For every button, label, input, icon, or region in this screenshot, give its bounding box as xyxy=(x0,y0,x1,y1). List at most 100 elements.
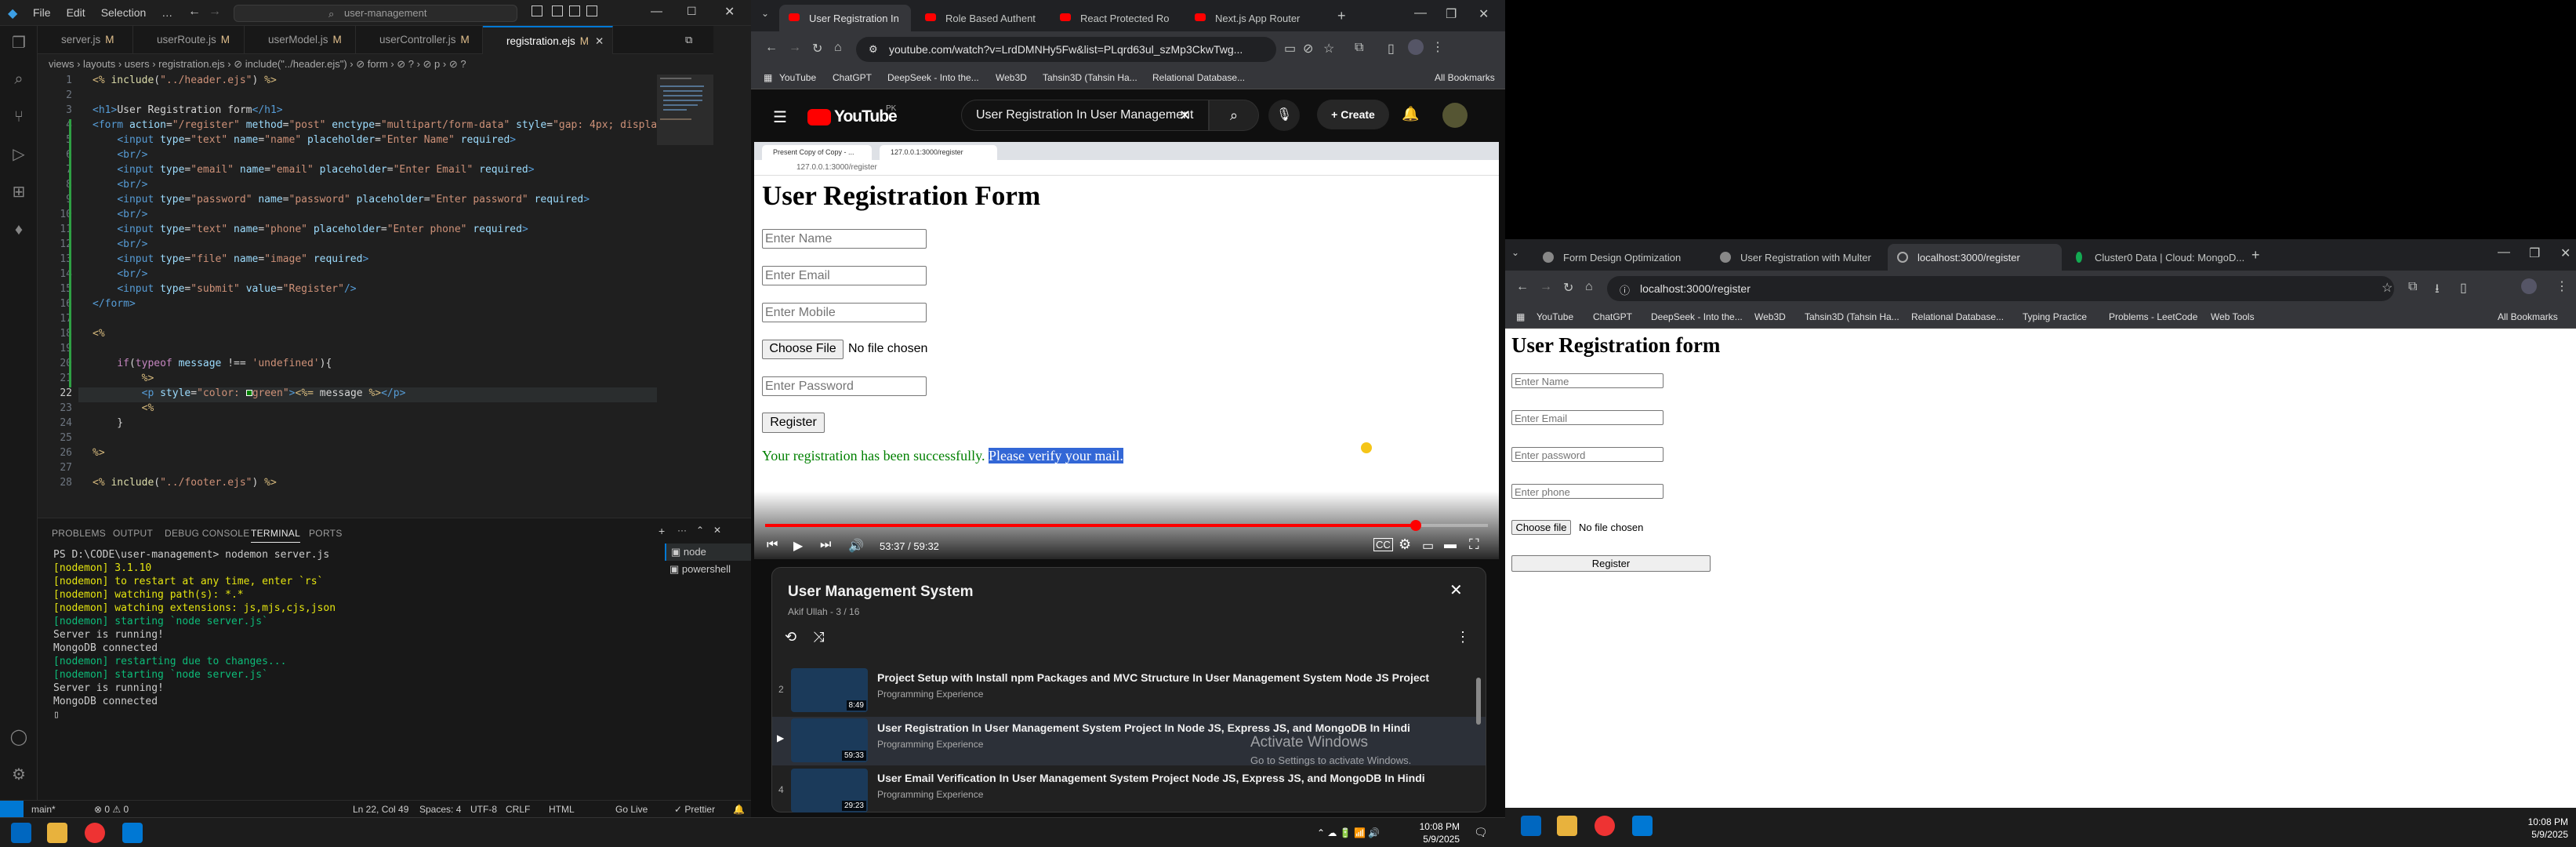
settings-gear-icon[interactable]: ⚙ xyxy=(1399,536,1411,553)
bookmark-chatgpt[interactable]: ChatGPT xyxy=(1593,311,1632,322)
encoding[interactable]: UTF-8 xyxy=(470,804,497,815)
video-progress-track[interactable] xyxy=(765,520,1488,531)
minimap[interactable] xyxy=(657,75,713,518)
customize-layout-icon[interactable] xyxy=(586,5,597,16)
notifications-bell-icon[interactable]: 🔔 xyxy=(1402,106,1419,122)
menu-kebab-icon[interactable]: ⋮ xyxy=(2556,278,2568,294)
mongodb-icon[interactable]: ♦ xyxy=(9,220,28,239)
bookmark-all[interactable]: All Bookmarks xyxy=(2498,311,2558,322)
start-icon[interactable] xyxy=(11,823,31,843)
file-explorer-icon[interactable] xyxy=(1557,816,1577,836)
command-center-search[interactable]: ⌕ user-management xyxy=(234,5,517,22)
extensions-icon[interactable]: ⧉ xyxy=(2408,280,2417,294)
shuffle-icon[interactable]: ⤨ xyxy=(813,629,824,645)
bookmark-web3d[interactable]: Web3D xyxy=(1754,311,1786,322)
back-icon[interactable]: ← xyxy=(1516,280,1529,294)
menu-selection[interactable]: Selection xyxy=(101,6,147,19)
password-input[interactable]: Enter password xyxy=(1511,447,1664,462)
bookmark-web3d[interactable]: Web3D xyxy=(996,72,1027,83)
split-editor-icon[interactable]: ⧉ xyxy=(685,34,692,46)
playlist-item[interactable]: 2 8:49 Project Setup with Install npm Pa… xyxy=(772,667,1486,715)
git-branch[interactable]: main* xyxy=(31,804,56,815)
new-tab-icon[interactable]: + xyxy=(1337,8,1346,24)
notifications-bell-icon[interactable]: 🔔 xyxy=(733,804,745,815)
problems-count[interactable]: ⊗ 0 ⚠ 0 xyxy=(94,804,129,815)
miniplayer-icon[interactable]: ▭ xyxy=(1422,538,1434,554)
email-input[interactable]: Enter Email xyxy=(1511,410,1664,425)
create-button[interactable]: + Create xyxy=(1317,100,1389,129)
clear-search-icon[interactable]: ✕ xyxy=(1179,107,1191,124)
tab-problems[interactable]: PROBLEMS xyxy=(52,528,106,539)
sidebar-icon[interactable]: ▯ xyxy=(2460,280,2467,296)
settings-gear-icon[interactable]: ⚙ xyxy=(9,765,28,784)
maximize-panel-icon[interactable]: ⌃ xyxy=(696,525,704,536)
vscode-icon[interactable] xyxy=(1632,816,1653,836)
download-icon[interactable]: ⭳ xyxy=(2435,280,2440,301)
yt-tab-nextjs[interactable]: Next.js App Router xyxy=(1185,5,1320,31)
register-button[interactable]: Register xyxy=(1511,555,1711,572)
yt-address-bar[interactable]: ⚙ youtube.com/watch?v=LrdDMNHy5Fw&list=PL… xyxy=(856,37,1276,62)
vscode-icon[interactable] xyxy=(122,823,143,843)
phone-input[interactable]: Enter phone xyxy=(1511,484,1664,499)
nav-forward-icon[interactable]: → xyxy=(209,5,221,19)
menu-more[interactable]: … xyxy=(161,6,172,19)
line-endings[interactable]: CRLF xyxy=(506,804,530,815)
close-tab-icon[interactable]: ✕ xyxy=(595,35,604,47)
tab-search-icon[interactable]: ⌄ xyxy=(757,8,773,24)
menu-kebab-icon[interactable]: ⋮ xyxy=(1431,39,1444,55)
bookmark-youtube[interactable]: YouTube xyxy=(779,72,816,83)
breadcrumb[interactable]: views › layouts › users › registration.e… xyxy=(38,54,657,75)
bookmark-chatgpt[interactable]: ChatGPT xyxy=(833,72,872,83)
tab-server-js[interactable]: server.js M xyxy=(38,26,133,54)
search-button-icon[interactable]: ⌕ xyxy=(1209,100,1259,131)
hamburger-menu-icon[interactable]: ☰ xyxy=(773,107,787,127)
bookmark-star-icon[interactable]: ☆ xyxy=(1323,41,1334,56)
minimize-icon[interactable]: — xyxy=(651,5,662,18)
fullscreen-icon[interactable]: ⛶ xyxy=(1469,536,1479,553)
home-icon[interactable]: ⌂ xyxy=(1585,280,1593,294)
lh-tab-form-design[interactable]: Form Design Optimization xyxy=(1533,244,1707,271)
lh-address-bar[interactable]: ⓘ localhost:3000/register xyxy=(1607,276,2394,301)
bookmark-youtube[interactable]: YouTube xyxy=(1537,311,1573,322)
bookmark-web-tools[interactable]: Web Tools xyxy=(2211,311,2255,322)
bookmark-apps-icon[interactable]: ▦ xyxy=(764,72,772,83)
bookmark-relational-db[interactable]: Relational Database... xyxy=(1911,311,2004,322)
bookmark-apps-icon[interactable]: ▦ xyxy=(1516,311,1525,322)
avatar[interactable] xyxy=(1442,103,1468,128)
tab-terminal[interactable]: TERMINAL xyxy=(251,528,301,543)
play-icon[interactable]: ▶ xyxy=(793,538,803,554)
notification-icon[interactable]: 🗨 xyxy=(1474,826,1488,839)
reload-icon[interactable]: ↻ xyxy=(812,41,822,56)
bookmark-relational-db[interactable]: Relational Database... xyxy=(1152,72,1245,83)
yt-tab-role-based[interactable]: Role Based Authent xyxy=(916,5,1050,31)
more-actions-icon[interactable]: ··· xyxy=(677,525,687,536)
sidebar-icon[interactable]: ▯ xyxy=(1388,41,1395,56)
bookmark-typing-practice[interactable]: Typing Practice xyxy=(2023,311,2087,322)
run-debug-icon[interactable]: ▷ xyxy=(9,145,28,164)
lh-tab-mongodb[interactable]: Cluster0 Data | Cloud: MongoD... xyxy=(2065,244,2244,271)
close-icon[interactable]: ✕ xyxy=(2560,245,2571,261)
close-icon[interactable]: ✕ xyxy=(1478,6,1489,22)
tab-search-icon[interactable]: ⌄ xyxy=(1511,247,1519,258)
code-editor[interactable]: 1234567891011121314151617181920212223242… xyxy=(38,75,669,518)
playlist-scrollbar[interactable] xyxy=(1476,678,1481,725)
bookmark-all[interactable]: All Bookmarks xyxy=(1435,72,1495,83)
bookmark-leetcode[interactable]: Problems - LeetCode xyxy=(2109,311,2197,322)
back-icon[interactable]: ← xyxy=(765,41,778,55)
previous-icon[interactable]: ⏮ xyxy=(767,538,778,552)
explorer-icon[interactable]: ❐ xyxy=(9,34,28,53)
bookmark-tahsin3d[interactable]: Tahsin3D (Tahsin Ha... xyxy=(1043,72,1137,83)
yt-tab-react-protected[interactable]: React Protected Ro xyxy=(1050,5,1185,31)
clock[interactable]: 10:08 PM 5/9/2025 xyxy=(1405,820,1460,845)
minimize-icon[interactable]: — xyxy=(2498,245,2510,260)
terminal-item-node[interactable]: ▣ node xyxy=(665,543,751,561)
tab-debug-console[interactable]: DEBUG CONSOLE xyxy=(165,528,250,539)
site-info-icon[interactable]: ⚙ xyxy=(869,43,878,56)
close-panel-icon[interactable]: ✕ xyxy=(713,525,721,536)
profile-avatar[interactable] xyxy=(1408,39,1424,55)
tab-ports[interactable]: PORTS xyxy=(309,528,343,539)
playlist-title[interactable]: User Management System xyxy=(788,583,974,601)
lh-tab-localhost[interactable]: localhost:3000/register xyxy=(1888,244,2062,271)
site-info-icon[interactable]: ⓘ xyxy=(1620,282,1630,297)
lh-tab-multer[interactable]: User Registration with Multer xyxy=(1711,244,1885,271)
